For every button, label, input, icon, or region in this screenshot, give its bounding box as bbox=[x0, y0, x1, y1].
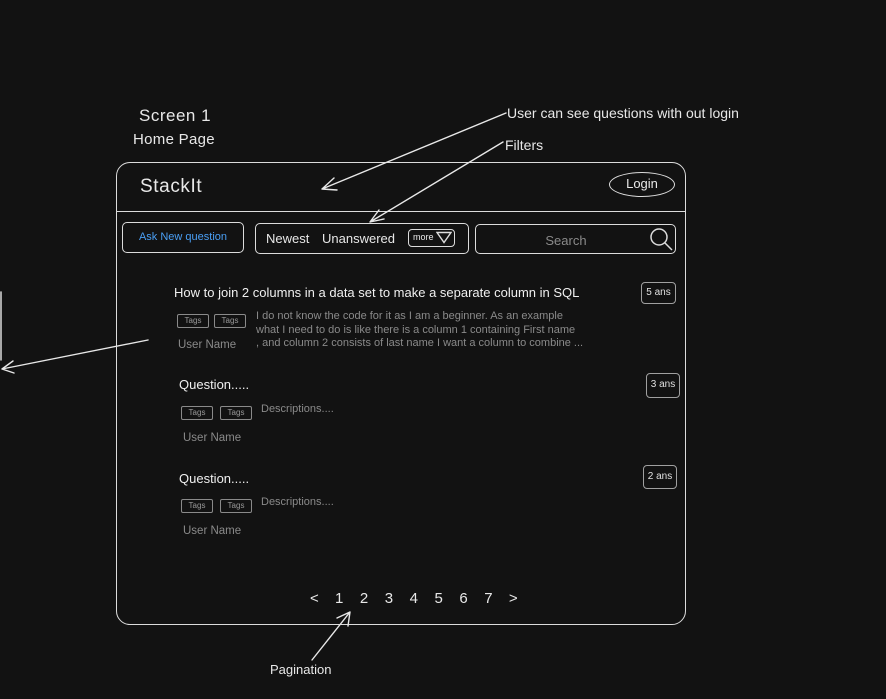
annotation-arrows bbox=[0, 112, 507, 661]
arrow-no-login bbox=[321, 112, 507, 191]
arrow-filters bbox=[369, 141, 504, 223]
arrow-question-list bbox=[1, 339, 149, 374]
arrow-pagination bbox=[311, 611, 351, 661]
